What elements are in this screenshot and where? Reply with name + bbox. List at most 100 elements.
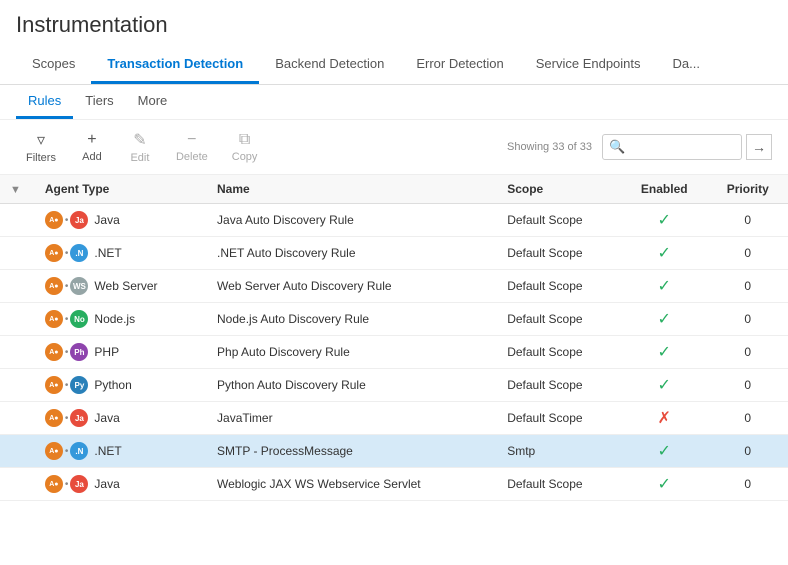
row-enabled: ✓ — [621, 435, 708, 468]
row-agent-type: A● • No Node.js — [35, 303, 207, 336]
row-priority: 0 — [708, 435, 788, 468]
edit-button[interactable]: ✎ Edit — [118, 126, 162, 168]
row-enabled: ✓ — [621, 303, 708, 336]
row-enabled: ✓ — [621, 204, 708, 237]
row-scope: Default Scope — [497, 303, 621, 336]
search-box[interactable]: 🔍 — [602, 134, 742, 160]
col-agent-type: Agent Type — [35, 175, 207, 204]
row-name: JavaTimer — [207, 402, 497, 435]
row-enabled: ✓ — [621, 468, 708, 501]
row-name: Java Auto Discovery Rule — [207, 204, 497, 237]
row-scope: Default Scope — [497, 270, 621, 303]
row-sort-icon — [0, 402, 35, 435]
row-agent-type: A● • Ja Java — [35, 204, 207, 237]
enabled-check-icon: ✓ — [658, 278, 671, 295]
row-priority: 0 — [708, 303, 788, 336]
row-name: Php Auto Discovery Rule — [207, 336, 497, 369]
col-priority: Priority — [708, 175, 788, 204]
page-title: Instrumentation — [0, 0, 788, 46]
table-row: A● • Py Python Python Auto Discovery Rul… — [0, 369, 788, 402]
edit-icon: ✎ — [133, 130, 146, 150]
row-name: Node.js Auto Discovery Rule — [207, 303, 497, 336]
row-sort-icon — [0, 270, 35, 303]
row-enabled: ✓ — [621, 270, 708, 303]
row-priority: 0 — [708, 369, 788, 402]
add-icon: + — [87, 131, 96, 149]
next-arrow-button[interactable]: → — [746, 134, 772, 160]
row-agent-type: A● • Ph PHP — [35, 336, 207, 369]
table-row: A● • WS Web Server Web Server Auto Disco… — [0, 270, 788, 303]
row-priority: 0 — [708, 237, 788, 270]
search-input[interactable] — [629, 140, 739, 154]
sort-down-icon: ▼ — [10, 184, 21, 196]
tab-service-endpoints[interactable]: Service Endpoints — [520, 46, 657, 84]
filter-icon: ▿ — [37, 130, 45, 150]
tab-error-detection[interactable]: Error Detection — [400, 46, 519, 84]
row-priority: 0 — [708, 270, 788, 303]
tab-backend-detection[interactable]: Backend Detection — [259, 46, 400, 84]
row-agent-type: A● • WS Web Server — [35, 270, 207, 303]
sub-tabs: Rules Tiers More — [0, 85, 788, 120]
enabled-check-icon: ✓ — [658, 245, 671, 262]
row-scope: Smtp — [497, 435, 621, 468]
row-scope: Default Scope — [497, 204, 621, 237]
delete-button[interactable]: − Delete — [166, 127, 218, 167]
row-name: SMTP - ProcessMessage — [207, 435, 497, 468]
row-sort-icon — [0, 369, 35, 402]
table-row: A● • No Node.js Node.js Auto Discovery R… — [0, 303, 788, 336]
enabled-check-icon: ✓ — [658, 212, 671, 229]
row-priority: 0 — [708, 468, 788, 501]
row-enabled: ✗ — [621, 402, 708, 435]
subtab-more[interactable]: More — [126, 85, 180, 119]
table-row: A● • Ja Java Java Auto Discovery Rule De… — [0, 204, 788, 237]
row-priority: 0 — [708, 204, 788, 237]
table-row: A● • .N .NET .NET Auto Discovery Rule De… — [0, 237, 788, 270]
row-name: Weblogic JAX WS Webservice Servlet — [207, 468, 497, 501]
enabled-check-icon: ✓ — [658, 443, 671, 460]
row-scope: Default Scope — [497, 369, 621, 402]
enabled-check-icon: ✓ — [658, 476, 671, 493]
row-priority: 0 — [708, 402, 788, 435]
edit-label: Edit — [130, 152, 149, 164]
search-icon: 🔍 — [609, 139, 625, 155]
enabled-check-icon: ✓ — [658, 344, 671, 361]
toolbar: ▿ Filters + Add ✎ Edit − Delete ⧉ Copy S… — [0, 120, 788, 175]
main-tabs: Scopes Transaction Detection Backend Det… — [0, 46, 788, 85]
row-enabled: ✓ — [621, 336, 708, 369]
table-header-row: ▼ Agent Type Name Scope Enabled Priority — [0, 175, 788, 204]
copy-icon: ⧉ — [239, 131, 250, 149]
col-scope: Scope — [497, 175, 621, 204]
add-label: Add — [82, 151, 102, 163]
delete-label: Delete — [176, 151, 208, 163]
col-name: Name — [207, 175, 497, 204]
filters-button[interactable]: ▿ Filters — [16, 126, 66, 168]
tab-scopes[interactable]: Scopes — [16, 46, 91, 84]
subtab-tiers[interactable]: Tiers — [73, 85, 125, 119]
col-enabled: Enabled — [621, 175, 708, 204]
table-row: A● • Ja Java Weblogic JAX WS Webservice … — [0, 468, 788, 501]
row-name: .NET Auto Discovery Rule — [207, 237, 497, 270]
row-sort-icon — [0, 303, 35, 336]
tab-da[interactable]: Da... — [657, 46, 716, 84]
row-agent-type: A● • .N .NET — [35, 435, 207, 468]
row-agent-type: A● • Ja Java — [35, 402, 207, 435]
subtab-rules[interactable]: Rules — [16, 85, 73, 119]
row-sort-icon — [0, 237, 35, 270]
row-sort-icon — [0, 435, 35, 468]
table-row: A● • Ja Java JavaTimer Default Scope ✗ 0 — [0, 402, 788, 435]
filters-label: Filters — [26, 152, 56, 164]
table-row: A● • Ph PHP Php Auto Discovery Rule Defa… — [0, 336, 788, 369]
row-enabled: ✓ — [621, 369, 708, 402]
row-priority: 0 — [708, 336, 788, 369]
add-button[interactable]: + Add — [70, 127, 114, 167]
tab-transaction-detection[interactable]: Transaction Detection — [91, 46, 259, 84]
row-scope: Default Scope — [497, 468, 621, 501]
row-scope: Default Scope — [497, 402, 621, 435]
row-scope: Default Scope — [497, 336, 621, 369]
disabled-cross-icon: ✗ — [658, 410, 671, 427]
row-agent-type: A● • Ja Java — [35, 468, 207, 501]
row-agent-type: A● • .N .NET — [35, 237, 207, 270]
row-enabled: ✓ — [621, 237, 708, 270]
showing-text: Showing 33 of 33 — [507, 141, 592, 153]
copy-button[interactable]: ⧉ Copy — [222, 127, 268, 167]
